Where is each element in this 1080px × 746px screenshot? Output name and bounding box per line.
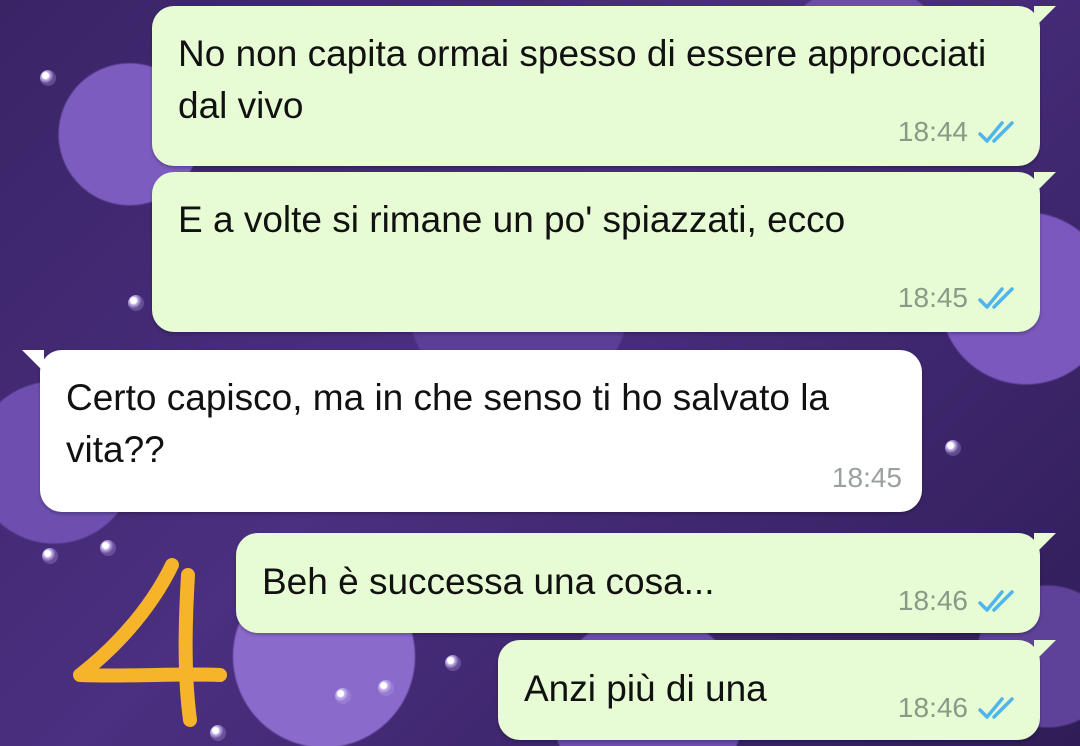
message-time: 18:45 [831, 462, 902, 493]
message-time: 18:44 [897, 116, 968, 147]
message-meta: 18:45 [832, 462, 902, 494]
background-drop [445, 655, 461, 671]
double-check-icon [978, 287, 1014, 309]
message-bubble-outgoing[interactable]: E a volte si rimane un po' spiazzati, ec… [152, 172, 1056, 332]
message-meta: 18:45 [898, 282, 1020, 314]
message-time: 18:45 [897, 282, 968, 313]
message-text: No non capita ormai spesso di essere app… [178, 33, 987, 126]
background-drop [42, 548, 58, 564]
message-bubble-outgoing[interactable]: Anzi più di una 18:46 [498, 640, 1056, 740]
message-bubble-outgoing[interactable]: No non capita ormai spesso di essere app… [152, 6, 1056, 166]
message-meta: 18:46 [898, 692, 1020, 724]
background-drop [128, 295, 144, 311]
handwritten-number-annotation [73, 558, 227, 727]
message-text: E a volte si rimane un po' spiazzati, ec… [178, 199, 846, 240]
message-time: 18:46 [897, 692, 968, 723]
background-drop [945, 440, 961, 456]
background-drop [40, 70, 56, 86]
message-time: 18:46 [897, 585, 968, 616]
double-check-icon [978, 590, 1014, 612]
message-bubble-incoming[interactable]: Certo capisco, ma in che senso ti ho sal… [22, 350, 922, 512]
message-meta: 18:46 [898, 585, 1020, 617]
double-check-icon [978, 697, 1014, 719]
double-check-icon [978, 121, 1014, 143]
message-meta: 18:44 [898, 116, 1020, 148]
background-drop [335, 688, 351, 704]
message-bubble-outgoing[interactable]: Beh è successa una cosa... 18:46 [236, 533, 1056, 633]
message-text: Certo capisco, ma in che senso ti ho sal… [66, 377, 829, 470]
background-drop [378, 680, 394, 696]
